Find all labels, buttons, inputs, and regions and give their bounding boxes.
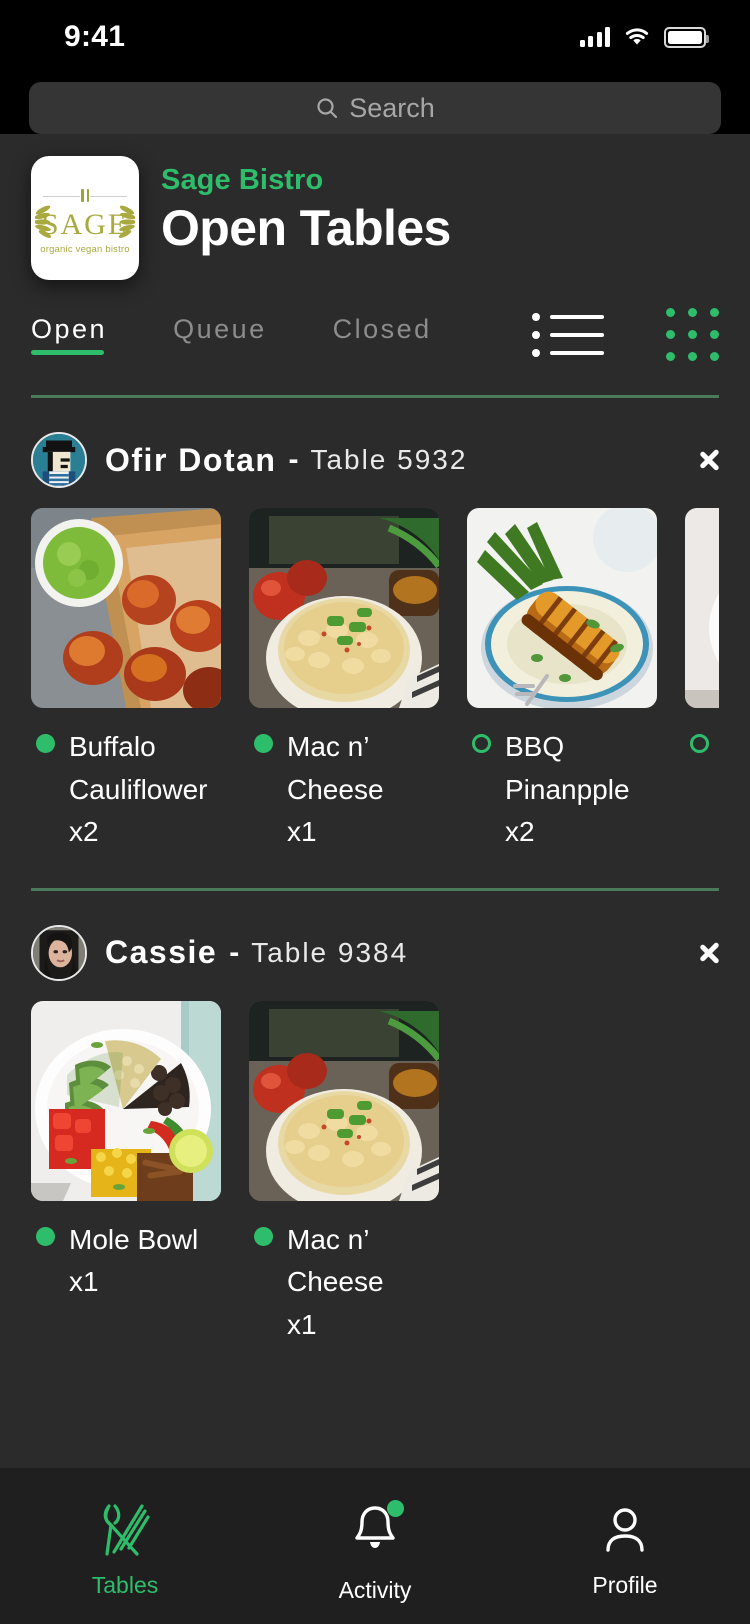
tab-open[interactable]: Open bbox=[31, 314, 107, 355]
tab-closed[interactable]: Closed bbox=[333, 314, 432, 355]
nav-label-profile: Profile bbox=[592, 1572, 658, 1598]
phone-screen: 9:41 Search SAGE organic vegan bistro Sa… bbox=[0, 0, 750, 1624]
veggie-bowl-image bbox=[685, 508, 719, 708]
logo-wordmark: SAGE bbox=[41, 208, 129, 241]
item-thumbnail bbox=[249, 1000, 439, 1201]
item-name: Mac n’ Cheese bbox=[287, 731, 384, 805]
wifi-icon bbox=[625, 28, 649, 45]
table-number: Table 9384 bbox=[251, 936, 409, 968]
status-indicator bbox=[254, 1226, 273, 1246]
guest-name: Ofir Dotan bbox=[105, 441, 277, 478]
notification-badge bbox=[387, 1500, 404, 1517]
item-status-row: Buffalo Cauliflower x2 bbox=[31, 726, 221, 854]
item-name: BBQ Pinanpple bbox=[505, 731, 630, 805]
order-item[interactable]: Mac n’ Cheese x1 bbox=[249, 1000, 439, 1347]
bbq-pineapple-image bbox=[467, 508, 657, 708]
nav-label-tables: Tables bbox=[91, 1572, 159, 1598]
item-status-row: BBQ Pinanpple x2 bbox=[467, 726, 657, 854]
item-thumbnail bbox=[249, 508, 439, 708]
photo-avatar-icon bbox=[33, 926, 85, 979]
list-view-icon[interactable] bbox=[532, 312, 604, 357]
restaurant-logo: SAGE organic vegan bistro bbox=[31, 156, 139, 280]
search-container: Search bbox=[0, 74, 750, 134]
search-placeholder: Search bbox=[349, 92, 435, 123]
order-items-carousel[interactable]: Mole Bowl x1 Mac n’ Cheese x1 bbox=[31, 1000, 719, 1351]
order-header[interactable]: Cassie - Table 9384 bbox=[31, 891, 719, 1001]
grid-view-icon[interactable] bbox=[666, 308, 719, 361]
avatar bbox=[31, 924, 87, 981]
mac-n-cheese-image bbox=[249, 1000, 439, 1201]
item-quantity: x1 bbox=[287, 816, 317, 848]
chevron-right-icon[interactable] bbox=[699, 935, 719, 971]
item-status-row: Mole Bowl x1 bbox=[31, 1219, 221, 1304]
battery-full-icon bbox=[664, 26, 709, 48]
tab-queue[interactable]: Queue bbox=[173, 314, 267, 355]
restaurant-name: Sage Bistro bbox=[161, 164, 324, 196]
buffalo-cauliflower-image bbox=[31, 508, 221, 708]
chevron-right-icon[interactable] bbox=[699, 442, 719, 478]
mole-bowl-image bbox=[31, 1000, 221, 1201]
item-quantity: x1 bbox=[69, 1266, 99, 1298]
item-thumbnail bbox=[31, 1000, 221, 1201]
name-table-separator: - bbox=[229, 935, 240, 969]
order-card: Ofir Dotan - Table 5932 Buffalo Cauliflo… bbox=[0, 398, 750, 858]
order-items-carousel[interactable]: Buffalo Cauliflower x2 Mac n’ Cheese x1 … bbox=[31, 508, 719, 858]
header-titles: Sage Bistro Open Tables bbox=[161, 156, 451, 257]
cutlery-icon bbox=[103, 1504, 150, 1556]
nav-item-tables[interactable]: Tables bbox=[0, 1502, 250, 1599]
page-title: Open Tables bbox=[161, 200, 451, 256]
nav-label-activity: Activity bbox=[338, 1577, 412, 1603]
guest-name: Cassie bbox=[105, 934, 218, 971]
status-bar-icons bbox=[579, 26, 709, 48]
status-indicator bbox=[472, 734, 491, 753]
item-thumbnail bbox=[31, 508, 221, 708]
item-name: Mac n’ Cheese bbox=[287, 1223, 384, 1298]
order-item[interactable]: BBQ Pinanpple x2 bbox=[467, 508, 657, 854]
order-item[interactable]: Buffalo Cauliflower x2 bbox=[31, 508, 221, 854]
order-item[interactable]: Mole Bowl x1 bbox=[31, 1000, 221, 1347]
status-indicator bbox=[254, 734, 273, 753]
search-input[interactable]: Search bbox=[29, 82, 721, 134]
table-number: Table 5932 bbox=[310, 444, 468, 475]
person-icon bbox=[606, 1508, 644, 1552]
order-header[interactable]: Ofir Dotan - Table 5932 bbox=[31, 398, 719, 508]
avatar bbox=[31, 432, 87, 488]
main-content: SAGE organic vegan bistro Sage Bistro Op… bbox=[0, 134, 750, 1624]
item-quantity: x1 bbox=[287, 1308, 317, 1340]
bottom-navigation: Tables Activity Profile bbox=[0, 1468, 750, 1624]
item-status-row: Mac n’ Cheese x1 bbox=[249, 726, 439, 854]
mac-n-cheese-image bbox=[249, 508, 439, 708]
item-quantity: x2 bbox=[505, 816, 535, 848]
order-item-partial[interactable] bbox=[685, 508, 719, 854]
item-thumbnail bbox=[467, 508, 657, 708]
pixel-avatar-icon bbox=[33, 434, 85, 486]
name-table-separator: - bbox=[288, 443, 299, 476]
status-indicator bbox=[36, 1226, 55, 1246]
order-card: Cassie - Table 9384 Mole Bowl x1 Mac n’ … bbox=[0, 891, 750, 1351]
cellular-signal-icon bbox=[579, 27, 610, 47]
item-status-row: Mac n’ Cheese x1 bbox=[249, 1219, 439, 1347]
item-name: Mole Bowl bbox=[69, 1223, 199, 1255]
nav-item-profile[interactable]: Profile bbox=[500, 1502, 750, 1599]
status-bar-clock: 9:41 bbox=[64, 20, 126, 53]
item-thumbnail bbox=[685, 508, 719, 708]
page-header: SAGE organic vegan bistro Sage Bistro Op… bbox=[0, 156, 750, 280]
item-status-row bbox=[685, 726, 719, 753]
logo-tagline: organic vegan bistro bbox=[40, 244, 130, 255]
tab-bar: Open Queue Closed bbox=[0, 308, 750, 361]
status-indicator bbox=[690, 734, 709, 753]
nav-item-activity[interactable]: Activity bbox=[250, 1500, 500, 1604]
search-icon bbox=[317, 98, 338, 119]
status-bar: 9:41 bbox=[0, 0, 750, 74]
item-quantity: x2 bbox=[69, 816, 99, 848]
item-name: Buffalo Cauliflower bbox=[69, 731, 208, 805]
order-item[interactable]: Mac n’ Cheese x1 bbox=[249, 508, 439, 854]
status-indicator bbox=[36, 734, 55, 753]
view-toggles bbox=[532, 308, 719, 361]
